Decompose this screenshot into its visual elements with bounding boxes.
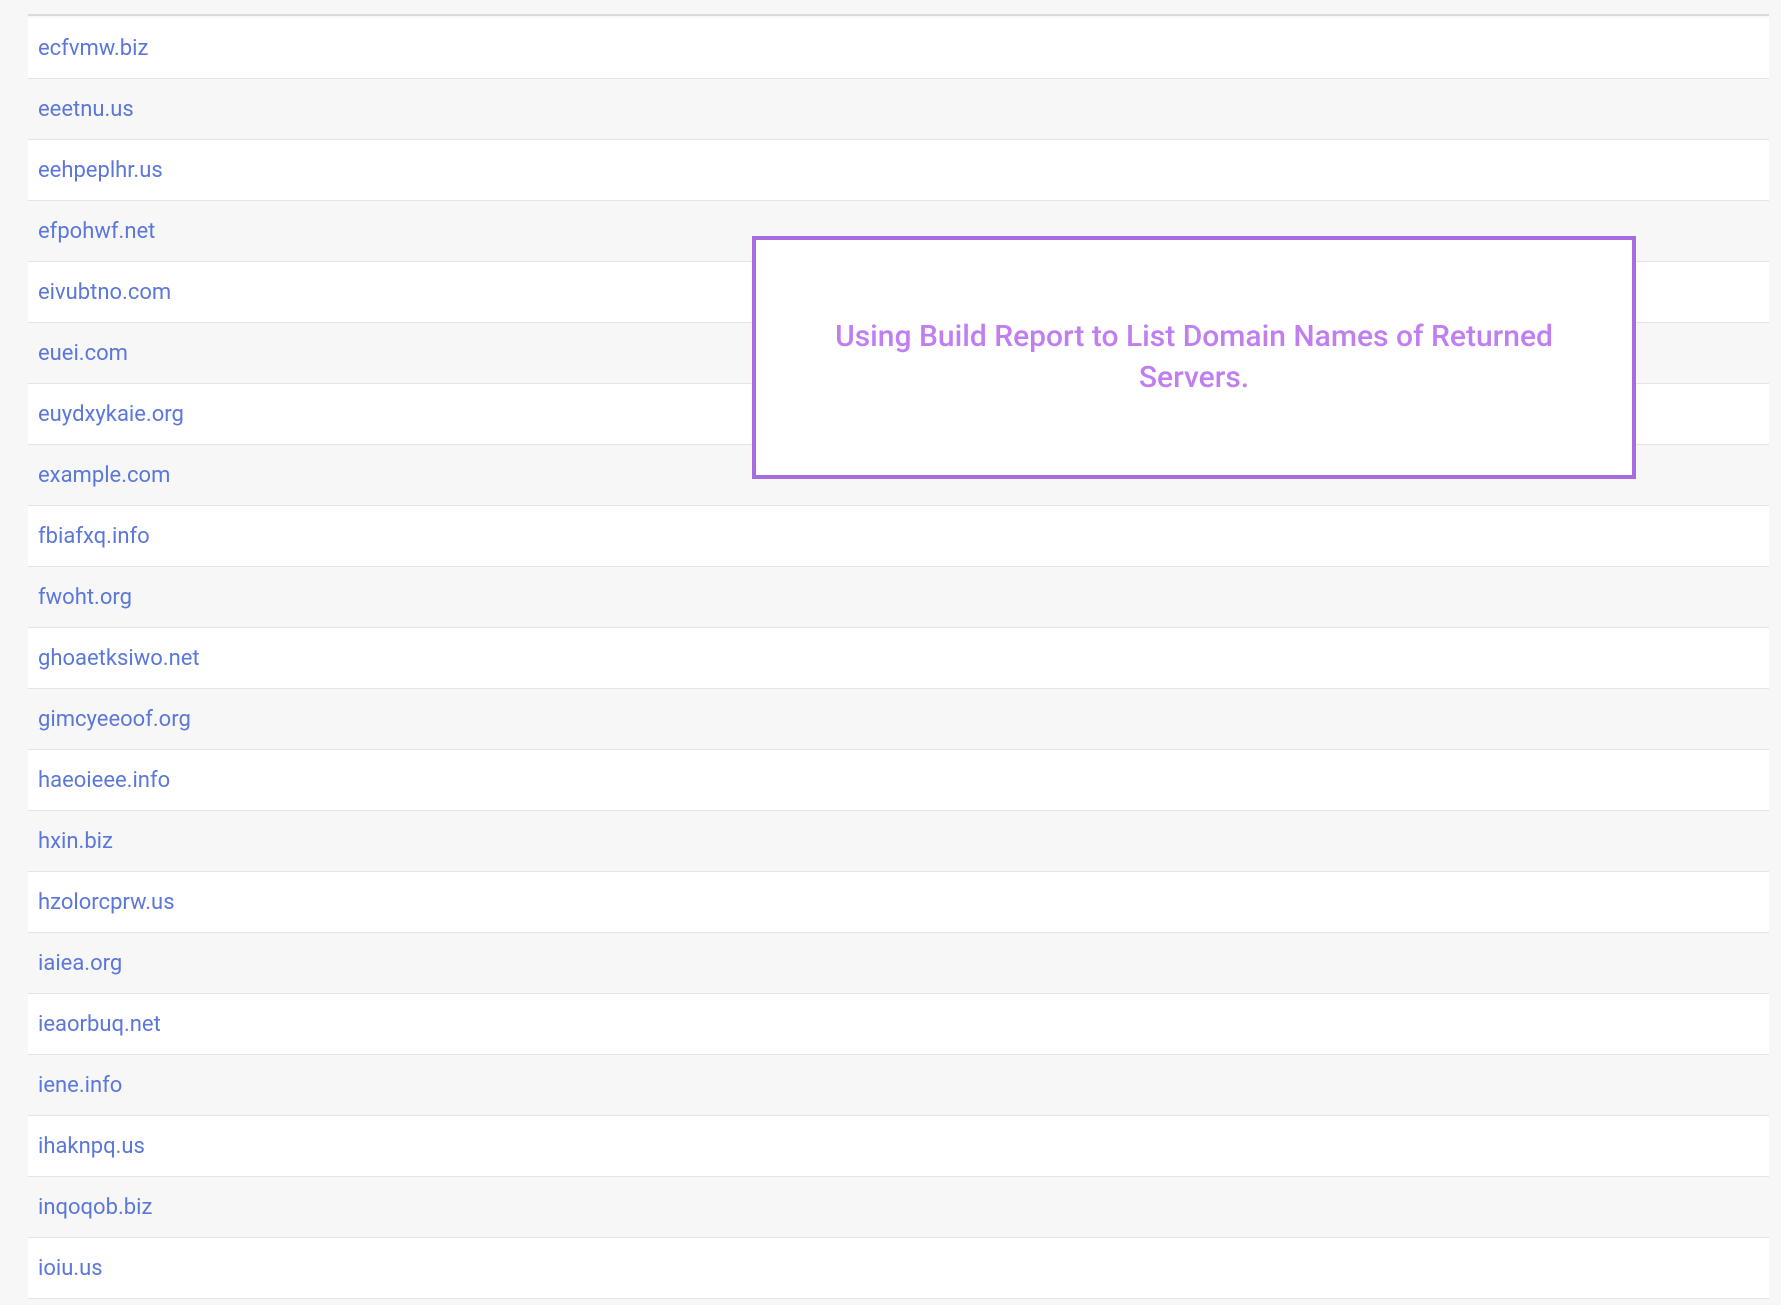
domain-link[interactable]: eivubtno.com [38,280,171,305]
table-row: ioiu.us [28,1238,1769,1299]
domain-link[interactable]: gimcyeeoof.org [38,707,191,732]
table-top-border [28,14,1769,16]
domain-link[interactable]: ghoaetksiwo.net [38,646,200,671]
domain-link[interactable]: ieaorbuq.net [38,1012,161,1037]
domain-link[interactable]: fwoht.org [38,585,132,610]
table-row: inqoqob.biz [28,1177,1769,1238]
domain-link[interactable]: inqoqob.biz [38,1195,152,1220]
domain-table: ecfvmw.biz eeetnu.us eehpeplhr.us efpohw… [0,0,1781,1299]
domain-link[interactable]: hzolorcprw.us [38,890,175,915]
table-row: hzolorcprw.us [28,872,1769,933]
table-row: gimcyeeoof.org [28,689,1769,750]
domain-link[interactable]: eeetnu.us [38,97,134,122]
table-row: ieaorbuq.net [28,994,1769,1055]
table-row: eehpeplhr.us [28,140,1769,201]
table-row: ecfvmw.biz [28,18,1769,79]
domain-link[interactable]: euydxykaie.org [38,402,184,427]
domain-link[interactable]: fbiafxq.info [38,524,150,549]
callout-box: Using Build Report to List Domain Names … [752,236,1636,479]
domain-link[interactable]: example.com [38,463,170,488]
table-row: hxin.biz [28,811,1769,872]
table-row: iene.info [28,1055,1769,1116]
table-row: ghoaetksiwo.net [28,628,1769,689]
domain-link[interactable]: euei.com [38,341,128,366]
table-row: ihaknpq.us [28,1116,1769,1177]
domain-link[interactable]: haeoieee.info [38,768,170,793]
domain-link[interactable]: eehpeplhr.us [38,158,163,183]
domain-link[interactable]: ecfvmw.biz [38,36,148,61]
table-row: iaiea.org [28,933,1769,994]
domain-link[interactable]: ihaknpq.us [38,1134,145,1159]
domain-link[interactable]: ioiu.us [38,1256,103,1281]
domain-link[interactable]: efpohwf.net [38,219,155,244]
table-row: fbiafxq.info [28,506,1769,567]
callout-text: Using Build Report to List Domain Names … [796,317,1592,398]
domain-link[interactable]: iaiea.org [38,951,122,976]
domain-link[interactable]: iene.info [38,1073,122,1098]
domain-rows: ecfvmw.biz eeetnu.us eehpeplhr.us efpohw… [28,18,1769,1299]
table-row: eeetnu.us [28,79,1769,140]
table-row: haeoieee.info [28,750,1769,811]
domain-link[interactable]: hxin.biz [38,829,113,854]
table-row: fwoht.org [28,567,1769,628]
